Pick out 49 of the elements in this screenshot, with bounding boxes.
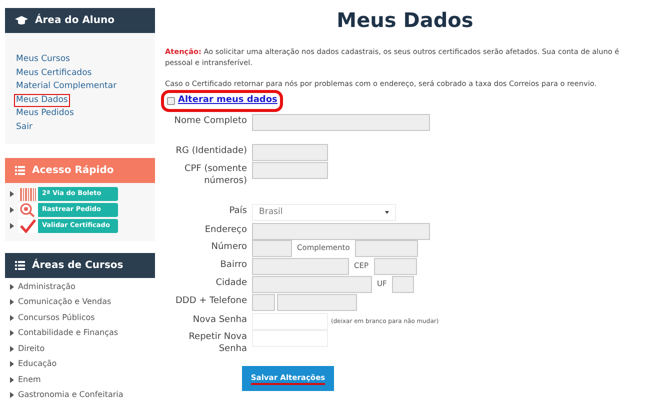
bullet-icon	[10, 376, 14, 383]
field-label: Endereço	[204, 224, 247, 236]
field-label: País	[228, 204, 247, 216]
list-icon	[15, 166, 25, 175]
field-label: DDD + Telefone	[174, 294, 247, 306]
bullet-icon	[10, 207, 14, 213]
sidebar-link[interactable]: Meus Cursos	[14, 53, 72, 66]
category-link[interactable]: Administração	[18, 280, 76, 293]
bullet-icon	[10, 314, 14, 321]
sidebar-link[interactable]: Meus Dados	[14, 94, 70, 107]
graduation-cap-icon	[15, 16, 28, 25]
field-label: Repetir Nova Senha	[188, 330, 247, 354]
panel-title: Acesso Rápido	[32, 164, 114, 178]
sidebar-link[interactable]: Sair	[14, 120, 34, 134]
page-title: Meus Dados	[336, 7, 474, 34]
field-label: Bairro	[219, 258, 247, 270]
panel-title: Área do Aluno	[35, 13, 114, 28]
bullet-icon	[10, 361, 14, 368]
category-link[interactable]: Educação	[18, 358, 57, 370]
bullet-icon	[10, 330, 14, 336]
sidebar-link[interactable]: Material Complementar	[14, 80, 119, 94]
field-label: CPF (somente números)	[183, 162, 247, 186]
category-link[interactable]: Contabilidade e Finanças	[18, 327, 118, 340]
sidebar-link[interactable]: Meus Pedidos	[14, 107, 76, 120]
dropdown-caret-icon	[385, 210, 389, 214]
bullet-icon	[10, 223, 14, 229]
bullet-icon	[10, 191, 14, 197]
category-link[interactable]: Direito	[18, 342, 45, 355]
category-link[interactable]: Comunicação e Vendas	[18, 296, 112, 308]
bullet-icon	[10, 392, 14, 398]
panel-title: Áreas de Cursos	[32, 258, 124, 273]
country-dropdown[interactable]: Brasil	[252, 204, 396, 220]
field-label: Cidade	[214, 276, 247, 288]
field-label: RG (Identidade)	[174, 144, 247, 156]
bullet-icon	[10, 284, 14, 290]
category-link[interactable]: Gastronomia e Confeitaria	[18, 389, 124, 402]
bullet-icon	[10, 346, 14, 352]
field-label: Número	[210, 240, 247, 252]
sidebar-link[interactable]: Meus Certificados	[14, 66, 94, 80]
field-label: Nome Completo	[173, 114, 247, 126]
edit-data-checkbox[interactable]: Alterar meus dados	[161, 90, 284, 112]
list-icon	[15, 261, 25, 270]
category-link[interactable]: Enem	[18, 374, 41, 386]
barcode-icon	[20, 188, 36, 200]
category-link[interactable]: Concursos Públicos	[18, 312, 95, 324]
field-label: Nova Senha	[192, 314, 247, 326]
bullet-icon	[10, 299, 14, 306]
checkmark-icon	[20, 219, 36, 233]
magnifier-icon	[20, 203, 36, 217]
